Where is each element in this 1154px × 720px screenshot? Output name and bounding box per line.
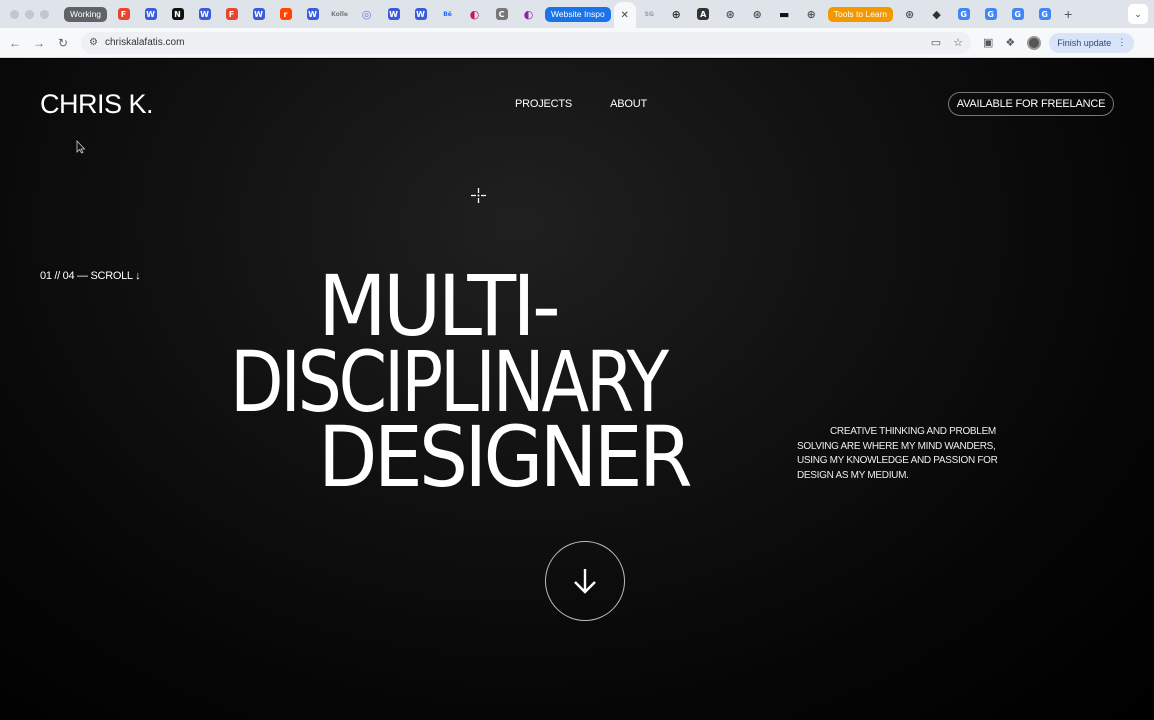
finish-update-button[interactable]: Finish update ⋮ xyxy=(1049,32,1135,53)
tab-group-working[interactable]: Working xyxy=(64,6,108,22)
mouse-pointer-icon xyxy=(76,140,86,154)
working-group-tab[interactable]: ◐ xyxy=(461,0,488,28)
hero-line-3: DESIGNER xyxy=(318,408,693,506)
inspo-group-tab[interactable]: ⊕ xyxy=(798,0,825,28)
tab-favicon-icon: ⊛ xyxy=(725,7,735,21)
forward-arrow-icon[interactable]: → xyxy=(27,31,51,55)
nav-about-link[interactable]: ABOUT xyxy=(610,98,647,110)
working-group-tab[interactable]: W xyxy=(137,0,164,28)
working-group-tab[interactable]: ◐ xyxy=(515,0,542,28)
back-arrow-icon[interactable]: ← xyxy=(3,31,27,55)
tools-group-tab[interactable]: G xyxy=(977,0,1004,28)
working-group-tab[interactable]: W xyxy=(191,0,218,28)
working-group-tab[interactable]: C xyxy=(488,0,515,28)
working-group-tab[interactable]: N xyxy=(164,0,191,28)
profile-avatar[interactable] xyxy=(1027,35,1042,50)
tab-favicon-icon: C xyxy=(495,8,508,20)
new-tab-button[interactable]: + xyxy=(1064,6,1072,22)
site-logo[interactable]: CHRIS K. xyxy=(40,89,154,120)
working-group-tab[interactable]: F xyxy=(218,0,245,28)
reload-icon[interactable]: ↻ xyxy=(51,31,75,55)
working-group-tab[interactable]: Bē xyxy=(434,0,461,28)
site-info-icon[interactable]: ⚙ xyxy=(89,37,98,48)
tab-favicon-icon: ⊕ xyxy=(671,7,681,21)
zoom-window-dot[interactable] xyxy=(40,9,49,19)
url-text[interactable]: chriskalafatis.com xyxy=(105,37,184,48)
tab-favicon-icon: ◎ xyxy=(361,7,372,21)
tab-favicon-icon: G xyxy=(1011,8,1024,20)
inspo-group-tab[interactable]: ⊛ xyxy=(744,0,771,28)
tab-favicon-icon: ◐ xyxy=(469,7,480,21)
tab-favicon-icon: G xyxy=(984,8,997,20)
available-for-freelance-button[interactable]: AVAILABLE FOR FREELANCE xyxy=(948,92,1114,116)
tab-favicon-icon: r xyxy=(279,8,292,20)
tab-favicon-icon: ⊛ xyxy=(752,7,762,21)
tab-search-chevron-icon[interactable]: ⌄ xyxy=(1128,4,1148,24)
active-tab[interactable]: ✕ xyxy=(613,2,636,28)
more-menu-icon[interactable]: ⋮ xyxy=(1117,37,1126,48)
tab-favicon-icon: G xyxy=(1038,8,1051,20)
inspo-group-tab[interactable]: ▬ xyxy=(771,0,798,28)
tools-group-tab[interactable]: ⊛ xyxy=(896,0,923,28)
tab-favicon-icon: Kolle xyxy=(331,10,348,18)
tools-group-tab[interactable]: G xyxy=(950,0,977,28)
browser-toolbar: ← → ↻ ⚙ chriskalafatis.com ▭ ☆ ▣ ❖ Finis… xyxy=(0,28,1154,58)
working-group-tab[interactable]: F xyxy=(110,0,137,28)
tab-favicon-icon: N xyxy=(171,8,184,20)
crosshair-cursor-icon xyxy=(471,188,486,203)
hero-tagline: CREATIVE THINKING AND PROBLEM SOLVING AR… xyxy=(797,426,998,481)
tab-favicon-icon: W xyxy=(144,8,157,20)
tab-strip: Working F W N W F Wr W Kolle ◎ W W Bē ◐ C ◐ Website In… xyxy=(0,0,1154,28)
tab-favicon-icon: F xyxy=(225,8,238,20)
scroll-counter: 01 // 04 — SCROLL ↓ xyxy=(40,270,141,282)
install-app-icon[interactable]: ▭ xyxy=(931,36,941,49)
tab-favicon-icon: W xyxy=(252,8,265,20)
picture-in-picture-icon[interactable]: ▣ xyxy=(983,36,993,49)
working-group-tab[interactable]: Kolle xyxy=(326,0,353,28)
tools-group-tab[interactable]: G xyxy=(1004,0,1031,28)
nav-projects-link[interactable]: PROJECTS xyxy=(515,98,572,110)
window-controls xyxy=(10,9,49,19)
tab-favicon-icon: ⊕ xyxy=(806,7,816,21)
tab-group-tools-to-learn[interactable]: Tools to Learn xyxy=(827,6,894,22)
close-tab-icon[interactable]: ✕ xyxy=(621,10,629,21)
tab-favicon-icon: W xyxy=(414,8,427,20)
tab-favicon-icon: W xyxy=(387,8,400,20)
website-viewport: CHRIS K. PROJECTS ABOUT AVAILABLE FOR FR… xyxy=(0,59,1154,720)
scroll-down-button[interactable] xyxy=(545,541,625,621)
tab-favicon-icon: W xyxy=(198,8,211,20)
bookmark-star-icon[interactable]: ☆ xyxy=(953,36,963,49)
minimize-window-dot[interactable] xyxy=(25,9,34,19)
close-window-dot[interactable] xyxy=(10,9,19,19)
tab-favicon-icon: ⊛ xyxy=(905,7,915,21)
inspo-group-tab[interactable]: ⊛ xyxy=(717,0,744,28)
extensions-icon[interactable]: ❖ xyxy=(1005,36,1015,49)
inspo-group-tab[interactable]: SG xyxy=(636,0,663,28)
tab-favicon-icon: ▬ xyxy=(779,7,790,21)
working-group-tab[interactable]: W xyxy=(407,0,434,28)
tools-group-tab[interactable]: ◆ xyxy=(923,0,950,28)
working-group-tab[interactable]: W xyxy=(245,0,272,28)
tab-favicon-icon: Bē xyxy=(443,10,452,18)
working-group-tab[interactable]: W xyxy=(299,0,326,28)
tab-favicon-icon: A xyxy=(697,8,710,20)
working-group-tab[interactable]: W xyxy=(380,0,407,28)
tabs: Working F W N W F Wr W Kolle ◎ W W Bē ◐ C ◐ Website In… xyxy=(61,0,1072,28)
working-group-tab[interactable]: ◎ xyxy=(353,0,380,28)
arrow-down-icon xyxy=(574,569,596,594)
working-group-tab[interactable]: r xyxy=(272,0,299,28)
tab-favicon-icon: SG xyxy=(644,10,654,18)
tab-favicon-icon: F xyxy=(117,8,130,20)
tab-favicon-icon: G xyxy=(957,8,970,20)
address-bar[interactable]: ⚙ chriskalafatis.com ▭ ☆ xyxy=(81,31,971,54)
inspo-group-tab[interactable]: ⊕ xyxy=(663,0,690,28)
tools-group-tab[interactable]: G xyxy=(1031,0,1058,28)
tab-group-website-inspo[interactable]: Website Inspo xyxy=(545,6,611,22)
tab-favicon-icon: ◐ xyxy=(523,7,534,21)
tab-favicon-icon: ◆ xyxy=(932,7,941,21)
finish-update-label: Finish update xyxy=(1057,37,1112,48)
tab-favicon-icon: W xyxy=(306,8,319,20)
inspo-group-tab[interactable]: A xyxy=(690,0,717,28)
main-nav: PROJECTS ABOUT xyxy=(515,98,647,110)
